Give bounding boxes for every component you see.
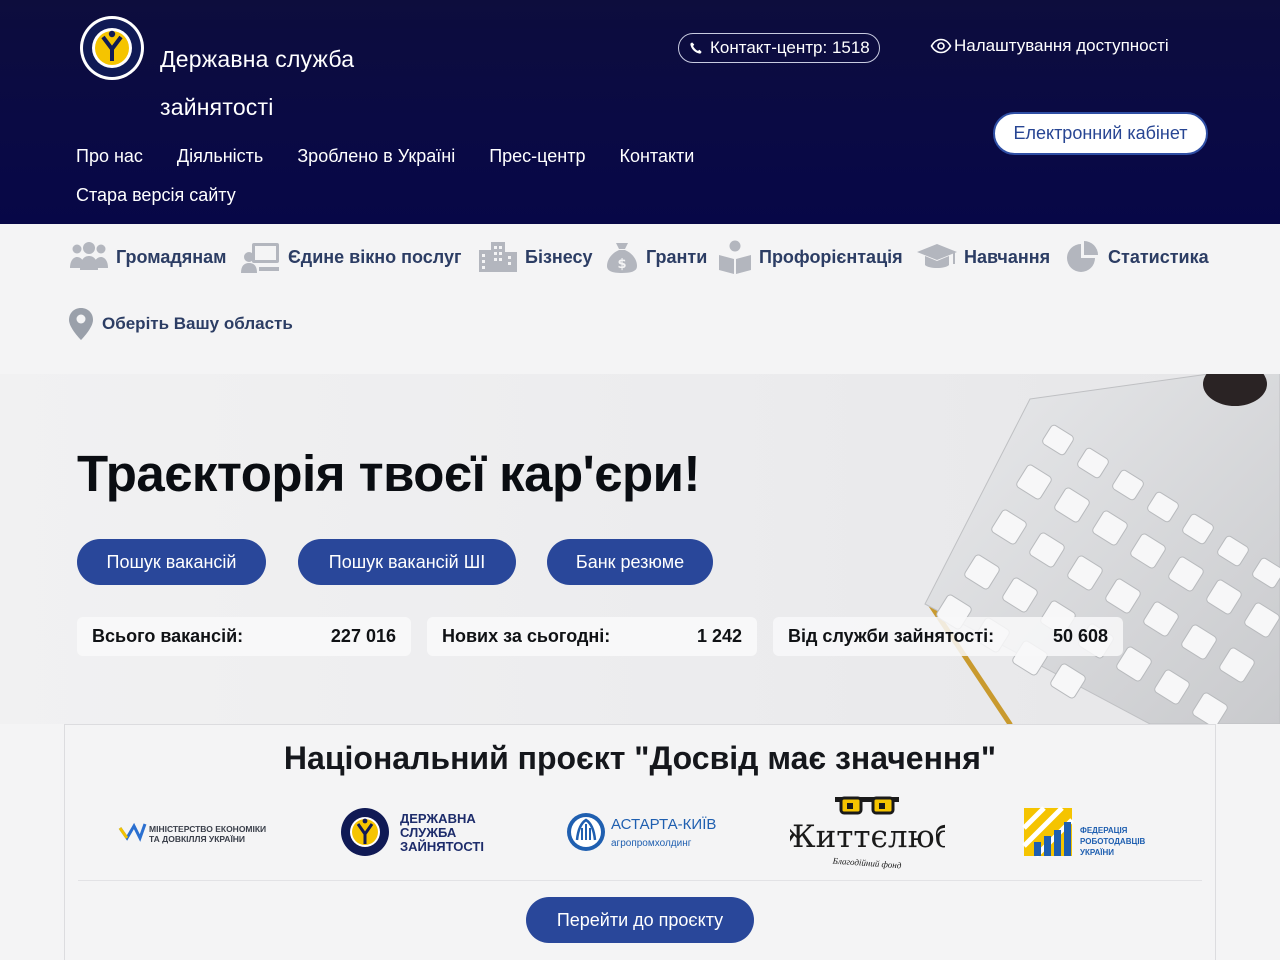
- region-label: Оберіть Вашу область: [102, 314, 293, 333]
- accessibility-settings-link[interactable]: Налаштування доступності: [930, 36, 1169, 56]
- old-site-link[interactable]: Стара версія сайту: [76, 185, 236, 206]
- category-label: Профорієнтація: [759, 246, 903, 267]
- money-bag-icon: $: [607, 243, 637, 273]
- nav-item-made-in-ukraine[interactable]: Зроблено в Україні: [297, 146, 455, 167]
- stat-value: 50 608: [1052, 626, 1108, 646]
- accessibility-label: Налаштування доступності: [954, 36, 1169, 55]
- stat-label: Нових за сьогодні:: [442, 626, 611, 646]
- ministry-line-2: ТА ДОВКІЛЛЯ УКРАЇНИ: [149, 834, 245, 844]
- federation-line-2: РОБОТОДАВЦІВ: [1080, 837, 1146, 846]
- pie-chart-icon: [1067, 241, 1098, 272]
- main-nav: Про нас Діяльність Зроблено в Україні Пр…: [76, 146, 728, 167]
- dsz-logo[interactable]: [79, 15, 145, 81]
- stat-value: 227 016: [330, 626, 396, 646]
- nav-item-activity[interactable]: Діяльність: [177, 146, 263, 167]
- ministry-economy-logo[interactable]: МІНІСТЕРСТВО ЕКОНОМІКИ ТА ДОВКІЛЛЯ УКРАЇ…: [118, 818, 268, 846]
- svg-text:$: $: [617, 257, 626, 272]
- category-citizens[interactable]: Громадянам: [68, 240, 227, 274]
- nav-item-press-center[interactable]: Прес-центр: [489, 146, 585, 167]
- map-pin-icon: [69, 308, 93, 340]
- project-divider: [78, 880, 1202, 881]
- eye-icon: [930, 38, 952, 54]
- stat-new-today: Нових за сьогодні: 1 242: [427, 617, 757, 656]
- zhyttelub-line-2: Благодійний фонд: [831, 856, 902, 870]
- dsz-line-3: ЗАЙНЯТОСТІ: [400, 839, 484, 854]
- stat-total-vacancies: Всього вакансій: 227 016: [77, 617, 411, 656]
- category-single-window[interactable]: Єдине вікно послуг: [240, 240, 461, 274]
- go-to-project-button[interactable]: Перейти до проєкту: [526, 897, 754, 943]
- electronic-cabinet-button[interactable]: Електронний кабінет: [993, 112, 1208, 155]
- contact-center-link[interactable]: Контакт-центр: 1518: [678, 33, 880, 63]
- category-label: Гранти: [646, 246, 708, 267]
- ai-vacancy-search-button[interactable]: Пошук вакансій ШІ: [298, 539, 516, 585]
- site-header: Державна служба зайнятості Контакт-центр…: [0, 0, 1280, 224]
- category-label: Статистика: [1108, 246, 1209, 267]
- category-career-guidance[interactable]: Профорієнтація: [717, 240, 903, 274]
- nav-item-about[interactable]: Про нас: [76, 146, 143, 167]
- resume-bank-button[interactable]: Банк резюме: [547, 539, 713, 585]
- category-statistics[interactable]: Статистика: [1064, 240, 1209, 274]
- astarta-kyiv-logo[interactable]: АСТАРТА-КИЇВ агропромхолдинг: [565, 810, 725, 854]
- astarta-line-1: АСТАРТА-КИЇВ: [611, 816, 716, 833]
- stat-value: 1 242: [696, 626, 742, 646]
- brand-name[interactable]: Державна служба зайнятості: [160, 23, 420, 143]
- project-title: Національний проєкт "Досвід має значення…: [283, 740, 997, 776]
- employers-federation-logo[interactable]: ФЕДЕРАЦІЯ РОБОТОДАВЦІВ УКРАЇНИ: [1022, 806, 1162, 858]
- stat-label: Від служби зайнятості:: [788, 626, 995, 646]
- astarta-line-2: агропромхолдинг: [611, 838, 692, 849]
- dsz-line-2: СЛУЖБА: [400, 825, 457, 840]
- dsz-partner-logo[interactable]: ДЕРЖАВНА СЛУЖБА ЗАЙНЯТОСТІ: [340, 806, 500, 858]
- buildings-icon: [479, 242, 517, 272]
- category-grants[interactable]: $ Гранти: [604, 240, 707, 274]
- category-business[interactable]: Бізнесу: [477, 240, 593, 274]
- nav-item-contacts[interactable]: Контакти: [619, 146, 694, 167]
- hero-title: Траєкторія твоєї кар'єри!: [77, 445, 700, 502]
- career-guidance-icon: [719, 240, 751, 274]
- category-label: Бізнесу: [525, 246, 593, 267]
- service-window-icon: [241, 243, 279, 273]
- graduation-cap-icon: [917, 244, 957, 268]
- phone-icon: [690, 42, 702, 54]
- federation-line-3: УКРАЇНИ: [1080, 848, 1114, 857]
- stat-from-employment-service: Від служби зайнятості: 50 608: [773, 617, 1123, 656]
- contact-center-label: Контакт-центр: 1518: [710, 38, 870, 57]
- dsz-line-1: ДЕРЖАВНА: [400, 811, 476, 826]
- people-icon: [70, 242, 108, 270]
- federation-line-1: ФЕДЕРАЦІЯ: [1080, 826, 1128, 835]
- vacancy-search-button[interactable]: Пошук вакансій: [77, 539, 266, 585]
- category-education[interactable]: Навчання: [916, 240, 1050, 274]
- zhyttelub-line-1: Життєлюб: [790, 819, 945, 855]
- category-label: Громадянам: [116, 246, 227, 267]
- category-label: Навчання: [964, 246, 1051, 267]
- brand-line-1: Державна служба: [160, 46, 355, 72]
- region-selector[interactable]: Оберіть Вашу область: [68, 307, 293, 341]
- category-label: Єдине вікно послуг: [288, 246, 462, 267]
- stat-label: Всього вакансій:: [92, 626, 244, 646]
- ministry-line-1: МІНІСТЕРСТВО ЕКОНОМІКИ: [149, 824, 266, 834]
- brand-line-2: зайнятості: [160, 94, 274, 120]
- zhyttelub-foundation-logo[interactable]: Життєлюб Благодійний фонд: [781, 794, 953, 870]
